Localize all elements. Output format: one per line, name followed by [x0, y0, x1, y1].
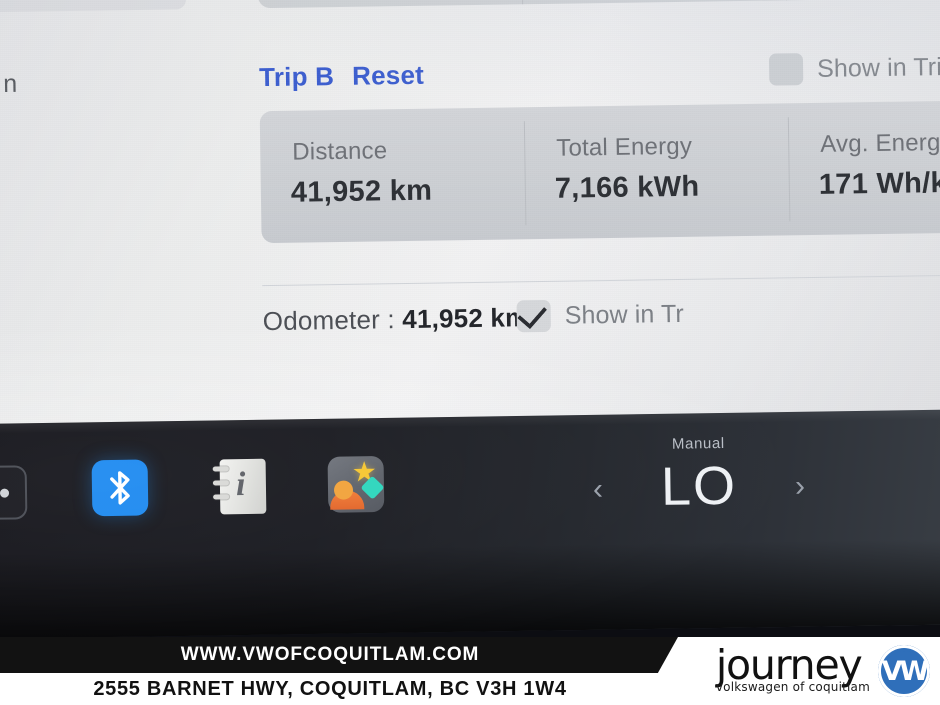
climate-control: ‹ Manual LO › [578, 434, 819, 536]
show-in-trip-toggle-bottom[interactable]: Show in Tr [516, 298, 685, 333]
checkbox-checked-icon[interactable] [516, 298, 551, 333]
climate-mode-label: Manual [671, 434, 725, 453]
app-dock: i ★ ‹ Manual LO › [0, 409, 940, 639]
card-above-fragment [257, 0, 935, 9]
stat-cell-total-energy: Total Energy 7,166 kWh [524, 103, 790, 239]
climate-value: LO [660, 455, 738, 517]
cutoff-text-fragment: n [3, 69, 18, 98]
show-in-trip-toggle-top[interactable]: Show in Tri [768, 51, 940, 86]
section-divider [262, 274, 940, 287]
odometer-value: 41,952 km [402, 302, 529, 335]
stat-caption: Distance [292, 137, 388, 166]
stat-cell-avg-energy: Avg. Energ 171 Wh/km [788, 99, 940, 235]
dealer-logo: journey volkswagen of coquitlam VW [662, 637, 930, 705]
checkmark-icon [517, 298, 548, 329]
infotainment-screen: n Trip B Reset Show in Tri Distance 41,9… [0, 0, 940, 452]
booklet-ring [212, 480, 229, 486]
booklet-ring [212, 466, 229, 472]
trip-computer-ui: n Trip B Reset Show in Tri Distance 41,9… [0, 0, 940, 452]
odometer-row: Odometer : 41,952 km [263, 302, 529, 337]
stat-caption: Total Energy [556, 132, 693, 162]
volkswagen-logo-icon: VW [878, 645, 930, 697]
trip-b-tab[interactable]: Trip B [259, 61, 334, 93]
dot [0, 488, 9, 498]
card-above-divider-1 [521, 0, 524, 5]
more-options-icon[interactable] [0, 465, 28, 521]
stat-value: 7,166 kWh [554, 170, 700, 205]
dealer-website[interactable]: WWW.VWOFCOQUITLAM.COM [0, 637, 660, 673]
stat-value: 41,952 km [290, 174, 433, 209]
dealer-banner: WWW.VWOFCOQUITLAM.COM 2555 BARNET HWY, C… [0, 637, 940, 705]
stat-value: 171 Wh/km [818, 166, 940, 201]
stat-caption: Avg. Energ [820, 129, 940, 158]
show-in-trip-label-bottom: Show in Tr [564, 299, 685, 330]
panel-fragment-left [0, 0, 187, 13]
gallery-icon[interactable]: ★ [327, 455, 385, 513]
manual-icon[interactable]: i [210, 458, 267, 515]
dock-icon-row: i ★ [0, 455, 385, 532]
odometer-label: Odometer : [262, 304, 396, 337]
reset-button[interactable]: Reset [352, 60, 424, 92]
show-in-trip-label-top: Show in Tri [816, 52, 940, 83]
logo-text-block: journey volkswagen of coquitlam [715, 644, 870, 694]
booklet-ring [213, 494, 230, 500]
brand-tagline: volkswagen of coquitlam [715, 679, 870, 694]
vw-monogram: VW [881, 655, 930, 687]
stat-cell-distance: Distance 41,952 km [260, 107, 526, 243]
trip-header: Trip B Reset Show in Tri [259, 52, 940, 98]
dealer-address: 2555 BARNET HWY, COQUITLAM, BC V3H 1W4 [93, 677, 567, 700]
trip-stats-card: Distance 41,952 km Total Energy 7,166 kW… [259, 99, 940, 244]
bluetooth-icon[interactable] [91, 459, 149, 517]
info-letter: i [235, 466, 246, 504]
screenshot-root: n Trip B Reset Show in Tri Distance 41,9… [0, 0, 940, 705]
checkbox-unchecked-icon[interactable] [768, 53, 804, 86]
next-arrow-icon[interactable]: › [795, 470, 805, 503]
